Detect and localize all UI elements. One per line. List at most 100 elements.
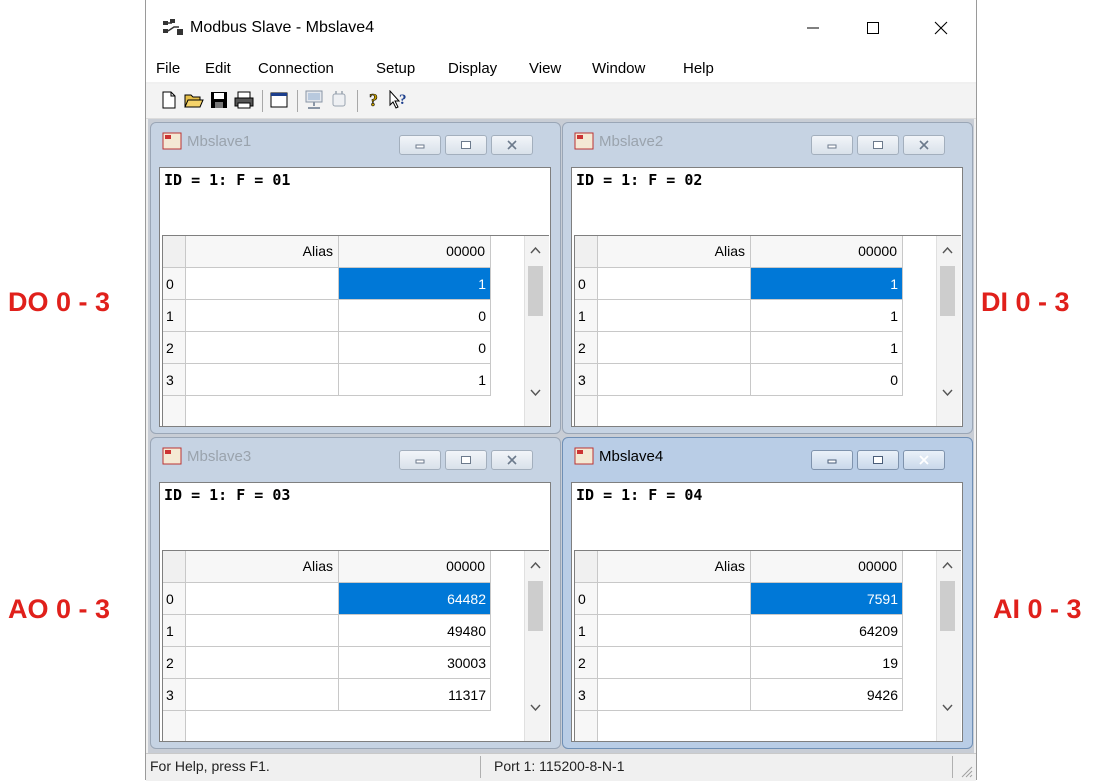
menu-connection[interactable]: Connection [258,60,334,77]
menu-file[interactable]: File [156,60,180,77]
mdi-client-area: Mbslave1 ID = 1: F = 01 Alias 00000 0 1 … [148,119,974,753]
scrollbar-thumb[interactable] [528,581,543,631]
child-maximize-button[interactable] [857,450,899,470]
child-window-mbslave2[interactable]: Mbslave2 ID = 1: F = 02 Alias 00000 0 1 … [562,122,973,434]
child-minimize-button[interactable] [399,135,441,155]
alias-cell[interactable] [598,679,751,711]
print-button[interactable] [233,89,255,111]
grid-corner[interactable] [575,551,598,583]
chevron-up-icon[interactable] [941,559,954,571]
vertical-scrollbar[interactable] [524,551,549,741]
value-cell-selected[interactable]: 1 [339,268,491,300]
grid-corner[interactable] [575,236,598,268]
row-header: 0 [575,268,598,300]
scrollbar-thumb[interactable] [940,266,955,316]
scrollbar-thumb[interactable] [940,581,955,631]
register-grid[interactable]: Alias 00000 0 7591 1 64209 2 19 3 9426 [574,550,961,741]
child-title: Mbslave1 [187,133,252,150]
child-close-button[interactable] [491,450,533,470]
child-window-mbslave1[interactable]: Mbslave1 ID = 1: F = 01 Alias 00000 0 1 … [150,122,561,434]
alias-cell[interactable] [186,300,339,332]
alias-cell[interactable] [186,615,339,647]
menu-setup[interactable]: Setup [376,60,415,77]
value-cell-selected[interactable]: 64482 [339,583,491,615]
child-window-mbslave4[interactable]: Mbslave4 ID = 1: F = 04 Alias 00000 0 75… [562,437,973,749]
menu-window[interactable]: Window [592,60,645,77]
connect-button[interactable] [303,89,325,111]
new-button[interactable] [158,89,180,111]
chevron-down-icon[interactable] [941,386,954,398]
alias-cell[interactable] [186,332,339,364]
status-separator [480,756,481,778]
vertical-scrollbar[interactable] [936,236,961,426]
chevron-down-icon[interactable] [529,386,542,398]
value-cell[interactable]: 1 [751,300,903,332]
menu-view[interactable]: View [529,60,561,77]
alias-cell[interactable] [598,647,751,679]
open-button[interactable] [183,89,205,111]
value-cell[interactable]: 30003 [339,647,491,679]
value-cell[interactable]: 64209 [751,615,903,647]
child-minimize-button[interactable] [399,450,441,470]
alias-cell[interactable] [598,268,751,300]
value-cell[interactable]: 0 [751,364,903,396]
child-close-button[interactable] [903,135,945,155]
alias-cell[interactable] [598,615,751,647]
alias-cell[interactable] [598,300,751,332]
child-maximize-button[interactable] [857,135,899,155]
value-cell[interactable]: 0 [339,300,491,332]
child-maximize-button[interactable] [445,135,487,155]
grid-corner[interactable] [163,551,186,583]
alias-cell[interactable] [186,268,339,300]
chevron-down-icon[interactable] [941,701,954,713]
value-cell-selected[interactable]: 7591 [751,583,903,615]
chevron-down-icon[interactable] [529,701,542,713]
alias-cell[interactable] [598,332,751,364]
value-cell[interactable]: 49480 [339,615,491,647]
resize-grip-icon[interactable] [961,766,973,778]
menu-help[interactable]: Help [683,60,714,77]
title-bar[interactable]: Modbus Slave - Mbslave4 [146,0,976,56]
disconnect-button[interactable] [328,89,350,111]
print-icon [234,91,254,109]
chevron-up-icon[interactable] [529,559,542,571]
alias-cell[interactable] [186,583,339,615]
value-cell[interactable]: 19 [751,647,903,679]
vertical-scrollbar[interactable] [524,236,549,426]
value-cell[interactable]: 11317 [339,679,491,711]
register-grid[interactable]: Alias 00000 0 1 1 1 2 1 3 0 [574,235,961,426]
register-grid[interactable]: Alias 00000 0 1 1 0 2 0 3 1 [162,235,549,426]
scrollbar-thumb[interactable] [528,266,543,316]
value-cell[interactable]: 0 [339,332,491,364]
child-close-button[interactable] [491,135,533,155]
alias-cell[interactable] [186,679,339,711]
menu-display[interactable]: Display [448,60,497,77]
grid-corner[interactable] [163,236,186,268]
vertical-scrollbar[interactable] [936,551,961,741]
minimize-button[interactable] [786,0,840,56]
child-close-button[interactable] [903,450,945,470]
chevron-up-icon[interactable] [529,244,542,256]
alias-cell[interactable] [598,583,751,615]
close-button[interactable] [914,0,968,56]
value-cell[interactable]: 1 [339,364,491,396]
save-button[interactable] [208,89,230,111]
svg-text:?: ? [399,92,407,108]
alias-cell[interactable] [598,364,751,396]
value-cell[interactable]: 1 [751,332,903,364]
maximize-button[interactable] [846,0,900,56]
value-cell-selected[interactable]: 1 [751,268,903,300]
child-window-mbslave3[interactable]: Mbslave3 ID = 1: F = 03 Alias 00000 0 64… [150,437,561,749]
help-button[interactable]: ? [363,89,385,111]
value-cell[interactable]: 9426 [751,679,903,711]
whats-this-button[interactable]: ? [388,89,410,111]
menu-edit[interactable]: Edit [205,60,231,77]
child-minimize-button[interactable] [811,135,853,155]
child-minimize-button[interactable] [811,450,853,470]
alias-cell[interactable] [186,364,339,396]
child-maximize-button[interactable] [445,450,487,470]
register-grid[interactable]: Alias 00000 0 64482 1 49480 2 30003 3 11… [162,550,549,741]
chevron-up-icon[interactable] [941,244,954,256]
window-button[interactable] [268,89,290,111]
alias-cell[interactable] [186,647,339,679]
